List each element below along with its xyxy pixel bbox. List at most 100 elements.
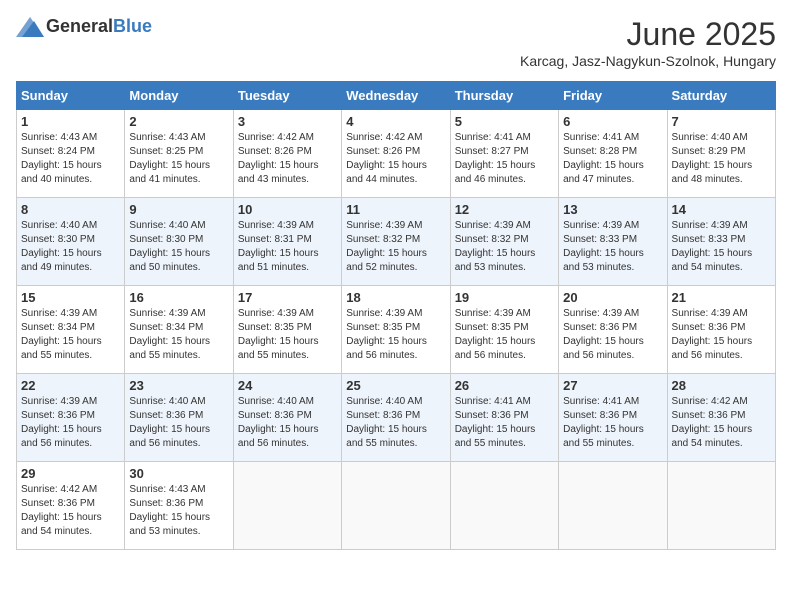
calendar-week-row: 29 Sunrise: 4:42 AMSunset: 8:36 PMDayligh… (17, 462, 776, 550)
day-number: 19 (455, 290, 554, 305)
day-number: 28 (672, 378, 771, 393)
weekday-header-tuesday: Tuesday (233, 82, 341, 110)
cell-text: Sunrise: 4:39 AMSunset: 8:33 PMDaylight:… (563, 220, 644, 273)
day-number: 18 (346, 290, 445, 305)
cell-text: Sunrise: 4:43 AMSunset: 8:25 PMDaylight:… (129, 132, 210, 185)
logo-general: General (46, 16, 113, 36)
calendar-table: SundayMondayTuesdayWednesdayThursdayFrid… (16, 81, 776, 550)
cell-text: Sunrise: 4:39 AMSunset: 8:36 PMDaylight:… (21, 396, 102, 449)
day-number: 23 (129, 378, 228, 393)
calendar-cell: 9 Sunrise: 4:40 AMSunset: 8:30 PMDaylight… (125, 198, 233, 286)
cell-text: Sunrise: 4:42 AMSunset: 8:26 PMDaylight:… (238, 132, 319, 185)
calendar-cell: 27 Sunrise: 4:41 AMSunset: 8:36 PMDayligh… (559, 374, 667, 462)
cell-text: Sunrise: 4:40 AMSunset: 8:36 PMDaylight:… (129, 396, 210, 449)
cell-text: Sunrise: 4:41 AMSunset: 8:27 PMDaylight:… (455, 132, 536, 185)
day-number: 12 (455, 202, 554, 217)
day-number: 15 (21, 290, 120, 305)
calendar-cell (342, 462, 450, 550)
day-number: 30 (129, 466, 228, 481)
calendar-week-row: 22 Sunrise: 4:39 AMSunset: 8:36 PMDayligh… (17, 374, 776, 462)
day-number: 29 (21, 466, 120, 481)
day-number: 17 (238, 290, 337, 305)
weekday-header-thursday: Thursday (450, 82, 558, 110)
calendar-cell: 21 Sunrise: 4:39 AMSunset: 8:36 PMDayligh… (667, 286, 775, 374)
weekday-header-saturday: Saturday (667, 82, 775, 110)
calendar-cell: 6 Sunrise: 4:41 AMSunset: 8:28 PMDaylight… (559, 110, 667, 198)
calendar-cell: 28Sunrise: 4:42 AMSunset: 8:36 PMDayligh… (667, 374, 775, 462)
cell-text: Sunrise: 4:41 AMSunset: 8:36 PMDaylight:… (455, 396, 536, 449)
day-number: 24 (238, 378, 337, 393)
day-number: 7 (672, 114, 771, 129)
calendar-cell: 24 Sunrise: 4:40 AMSunset: 8:36 PMDayligh… (233, 374, 341, 462)
day-number: 6 (563, 114, 662, 129)
day-number: 13 (563, 202, 662, 217)
calendar-week-row: 8 Sunrise: 4:40 AMSunset: 8:30 PMDaylight… (17, 198, 776, 286)
cell-text: Sunrise: 4:41 AMSunset: 8:28 PMDaylight:… (563, 132, 644, 185)
weekday-header-row: SundayMondayTuesdayWednesdayThursdayFrid… (17, 82, 776, 110)
cell-text: Sunrise: 4:39 AMSunset: 8:31 PMDaylight:… (238, 220, 319, 273)
calendar-cell: 7 Sunrise: 4:40 AMSunset: 8:29 PMDaylight… (667, 110, 775, 198)
calendar-cell: 30 Sunrise: 4:43 AMSunset: 8:36 PMDayligh… (125, 462, 233, 550)
location-title: Karcag, Jasz-Nagykun-Szolnok, Hungary (520, 53, 776, 69)
day-number: 10 (238, 202, 337, 217)
calendar-cell (450, 462, 558, 550)
cell-text: Sunrise: 4:41 AMSunset: 8:36 PMDaylight:… (563, 396, 644, 449)
cell-text: Sunrise: 4:39 AMSunset: 8:34 PMDaylight:… (129, 308, 210, 361)
calendar-cell: 16Sunrise: 4:39 AMSunset: 8:34 PMDayligh… (125, 286, 233, 374)
calendar-cell (233, 462, 341, 550)
cell-text: Sunrise: 4:39 AMSunset: 8:35 PMDaylight:… (238, 308, 319, 361)
calendar-week-row: 1 Sunrise: 4:43 AMSunset: 8:24 PMDaylight… (17, 110, 776, 198)
calendar-cell: 11 Sunrise: 4:39 AMSunset: 8:32 PMDayligh… (342, 198, 450, 286)
cell-text: Sunrise: 4:40 AMSunset: 8:36 PMDaylight:… (238, 396, 319, 449)
calendar-cell: 17 Sunrise: 4:39 AMSunset: 8:35 PMDayligh… (233, 286, 341, 374)
calendar-cell: 2 Sunrise: 4:43 AMSunset: 8:25 PMDaylight… (125, 110, 233, 198)
day-number: 4 (346, 114, 445, 129)
cell-text: Sunrise: 4:39 AMSunset: 8:35 PMDaylight:… (455, 308, 536, 361)
calendar-cell: 29 Sunrise: 4:42 AMSunset: 8:36 PMDayligh… (17, 462, 125, 550)
cell-text: Sunrise: 4:43 AMSunset: 8:24 PMDaylight:… (21, 132, 102, 185)
page-header: GeneralBlue June 2025 Karcag, Jasz-Nagyk… (16, 16, 776, 69)
calendar-cell: 20Sunrise: 4:39 AMSunset: 8:36 PMDayligh… (559, 286, 667, 374)
cell-text: Sunrise: 4:39 AMSunset: 8:32 PMDaylight:… (346, 220, 427, 273)
cell-text: Sunrise: 4:40 AMSunset: 8:30 PMDaylight:… (129, 220, 210, 273)
cell-text: Sunrise: 4:40 AMSunset: 8:36 PMDaylight:… (346, 396, 427, 449)
calendar-cell: 25 Sunrise: 4:40 AMSunset: 8:36 PMDayligh… (342, 374, 450, 462)
cell-text: Sunrise: 4:42 AMSunset: 8:36 PMDaylight:… (21, 484, 102, 537)
calendar-cell: 4Sunrise: 4:42 AMSunset: 8:26 PMDaylight… (342, 110, 450, 198)
calendar-cell: 26Sunrise: 4:41 AMSunset: 8:36 PMDayligh… (450, 374, 558, 462)
weekday-header-sunday: Sunday (17, 82, 125, 110)
day-number: 27 (563, 378, 662, 393)
cell-text: Sunrise: 4:40 AMSunset: 8:30 PMDaylight:… (21, 220, 102, 273)
month-title: June 2025 (520, 16, 776, 53)
day-number: 21 (672, 290, 771, 305)
day-number: 9 (129, 202, 228, 217)
day-number: 22 (21, 378, 120, 393)
day-number: 25 (346, 378, 445, 393)
day-number: 8 (21, 202, 120, 217)
calendar-cell: 15 Sunrise: 4:39 AMSunset: 8:34 PMDayligh… (17, 286, 125, 374)
day-number: 3 (238, 114, 337, 129)
day-number: 2 (129, 114, 228, 129)
day-number: 1 (21, 114, 120, 129)
weekday-header-wednesday: Wednesday (342, 82, 450, 110)
cell-text: Sunrise: 4:39 AMSunset: 8:34 PMDaylight:… (21, 308, 102, 361)
day-number: 11 (346, 202, 445, 217)
cell-text: Sunrise: 4:39 AMSunset: 8:36 PMDaylight:… (672, 308, 753, 361)
calendar-cell: 14 Sunrise: 4:39 AMSunset: 8:33 PMDayligh… (667, 198, 775, 286)
calendar-cell: 8 Sunrise: 4:40 AMSunset: 8:30 PMDaylight… (17, 198, 125, 286)
calendar-cell: 13 Sunrise: 4:39 AMSunset: 8:33 PMDayligh… (559, 198, 667, 286)
cell-text: Sunrise: 4:43 AMSunset: 8:36 PMDaylight:… (129, 484, 210, 537)
calendar-cell: 22 Sunrise: 4:39 AMSunset: 8:36 PMDayligh… (17, 374, 125, 462)
calendar-cell: 23 Sunrise: 4:40 AMSunset: 8:36 PMDayligh… (125, 374, 233, 462)
day-number: 14 (672, 202, 771, 217)
cell-text: Sunrise: 4:40 AMSunset: 8:29 PMDaylight:… (672, 132, 753, 185)
calendar-cell: 18Sunrise: 4:39 AMSunset: 8:35 PMDayligh… (342, 286, 450, 374)
logo: GeneralBlue (16, 16, 152, 37)
calendar-cell: 3 Sunrise: 4:42 AMSunset: 8:26 PMDaylight… (233, 110, 341, 198)
calendar-cell: 1 Sunrise: 4:43 AMSunset: 8:24 PMDaylight… (17, 110, 125, 198)
calendar-cell (667, 462, 775, 550)
day-number: 5 (455, 114, 554, 129)
calendar-cell: 5 Sunrise: 4:41 AMSunset: 8:27 PMDaylight… (450, 110, 558, 198)
title-block: June 2025 Karcag, Jasz-Nagykun-Szolnok, … (520, 16, 776, 69)
cell-text: Sunrise: 4:39 AMSunset: 8:33 PMDaylight:… (672, 220, 753, 273)
